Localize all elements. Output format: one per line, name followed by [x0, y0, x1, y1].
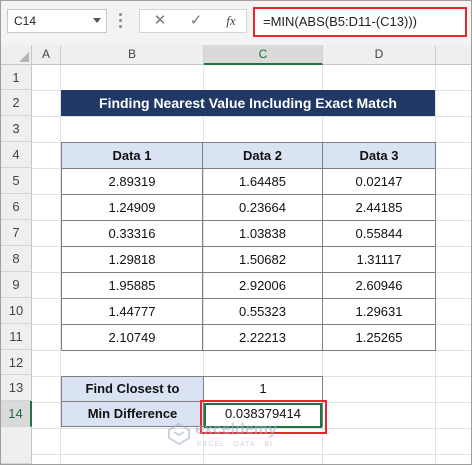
table-row: 1.95885 2.92006 2.60946: [61, 272, 436, 299]
column-label-data-1[interactable]: Data 1: [61, 142, 203, 169]
row-header-9[interactable]: 9: [1, 272, 32, 298]
table-cell[interactable]: 2.89319: [61, 168, 203, 195]
table-cell[interactable]: 0.02147: [322, 168, 436, 195]
watermark: exceldemy EXCEL · DATA · BI: [167, 420, 317, 460]
table-cell[interactable]: 1.03838: [202, 220, 323, 247]
table-cell[interactable]: 2.44185: [322, 194, 436, 221]
table-cell[interactable]: 0.33316: [61, 220, 203, 247]
table-cell[interactable]: 1.64485: [202, 168, 323, 195]
row-header-4[interactable]: 4: [1, 142, 32, 168]
table-row: 1.29818 1.50682 1.31117: [61, 246, 436, 273]
select-all-corner[interactable]: [1, 45, 32, 65]
table-cell[interactable]: 1.44777: [61, 298, 203, 325]
table-cell[interactable]: 1.50682: [202, 246, 323, 273]
row-header-blank: [1, 427, 32, 464]
column-header-c[interactable]: C: [204, 45, 323, 65]
table-cell[interactable]: 1.24909: [61, 194, 203, 221]
table-header-row: Data 1 Data 2 Data 3: [61, 142, 436, 169]
find-closest-label[interactable]: Find Closest to: [61, 376, 204, 402]
table-row: 1.44777 0.55323 1.29631: [61, 298, 436, 325]
column-header-b[interactable]: B: [61, 45, 204, 65]
sheet-title: Finding Nearest Value Including Exact Ma…: [61, 90, 435, 116]
formula-buttons: ✕ ✓ fx: [139, 9, 247, 33]
table-cell[interactable]: 1.95885: [61, 272, 203, 299]
row-header-13[interactable]: 13: [1, 375, 32, 401]
row-header-11[interactable]: 11: [1, 324, 32, 350]
row-header-2[interactable]: 2: [1, 90, 32, 116]
watermark-name: exceldemy: [195, 421, 277, 438]
table-cell[interactable]: 1.29631: [322, 298, 436, 325]
watermark-tagline: EXCEL · DATA · BI: [197, 441, 273, 448]
formula-input[interactable]: =MIN(ABS(B5:D11-(C13))): [253, 7, 467, 37]
row-header-7[interactable]: 7: [1, 220, 32, 246]
name-box[interactable]: C14: [7, 9, 107, 33]
table-cell[interactable]: 0.55844: [322, 220, 436, 247]
table-cell[interactable]: 0.55323: [202, 298, 323, 325]
chevron-down-icon[interactable]: [93, 18, 101, 23]
table-cell[interactable]: 2.10749: [61, 324, 203, 351]
table-cell[interactable]: 2.92006: [202, 272, 323, 299]
exceldemy-logo-icon: [168, 422, 190, 446]
row-header-10[interactable]: 10: [1, 298, 32, 324]
table-cell[interactable]: 1.25265: [322, 324, 436, 351]
table-cell[interactable]: 1.31117: [322, 246, 436, 273]
insert-function-icon[interactable]: fx: [218, 10, 244, 32]
table-row: 2.89319 1.64485 0.02147: [61, 168, 436, 195]
row-header-12[interactable]: 12: [1, 350, 32, 375]
formula-bar-area: C14 ✕ ✓ fx =MIN(ABS(B5:D11-(C13))): [1, 1, 471, 45]
column-header-d[interactable]: D: [323, 45, 436, 65]
row-header-1[interactable]: 1: [1, 65, 32, 90]
column-header-a[interactable]: A: [32, 45, 61, 65]
row-header-14[interactable]: 14: [1, 401, 32, 427]
column-label-data-2[interactable]: Data 2: [202, 142, 323, 169]
cancel-icon[interactable]: ✕: [146, 10, 174, 32]
table-row: 2.10749 2.22213 1.25265: [61, 324, 436, 351]
table-cell[interactable]: 1.29818: [61, 246, 203, 273]
find-closest-value[interactable]: 1: [203, 376, 323, 402]
row-header-6[interactable]: 6: [1, 194, 32, 220]
name-box-value: C14: [14, 14, 37, 28]
column-header-blank: [436, 45, 471, 65]
column-label-data-3[interactable]: Data 3: [322, 142, 436, 169]
drag-handle-icon[interactable]: [119, 13, 123, 29]
table-cell[interactable]: 2.60946: [322, 272, 436, 299]
data-table: Data 1 Data 2 Data 3 2.89319 1.64485 0.0…: [61, 142, 436, 351]
spreadsheet-window: C14 ✕ ✓ fx =MIN(ABS(B5:D11-(C13))) A B C…: [0, 0, 472, 465]
confirm-icon[interactable]: ✓: [182, 10, 210, 32]
table-row: 1.24909 0.23664 2.44185: [61, 194, 436, 221]
row-header-8[interactable]: 8: [1, 246, 32, 272]
row-header-3[interactable]: 3: [1, 116, 32, 142]
table-row: 0.33316 1.03838 0.55844: [61, 220, 436, 247]
table-cell[interactable]: 0.23664: [202, 194, 323, 221]
row-header-5[interactable]: 5: [1, 168, 32, 194]
table-cell[interactable]: 2.22213: [202, 324, 323, 351]
